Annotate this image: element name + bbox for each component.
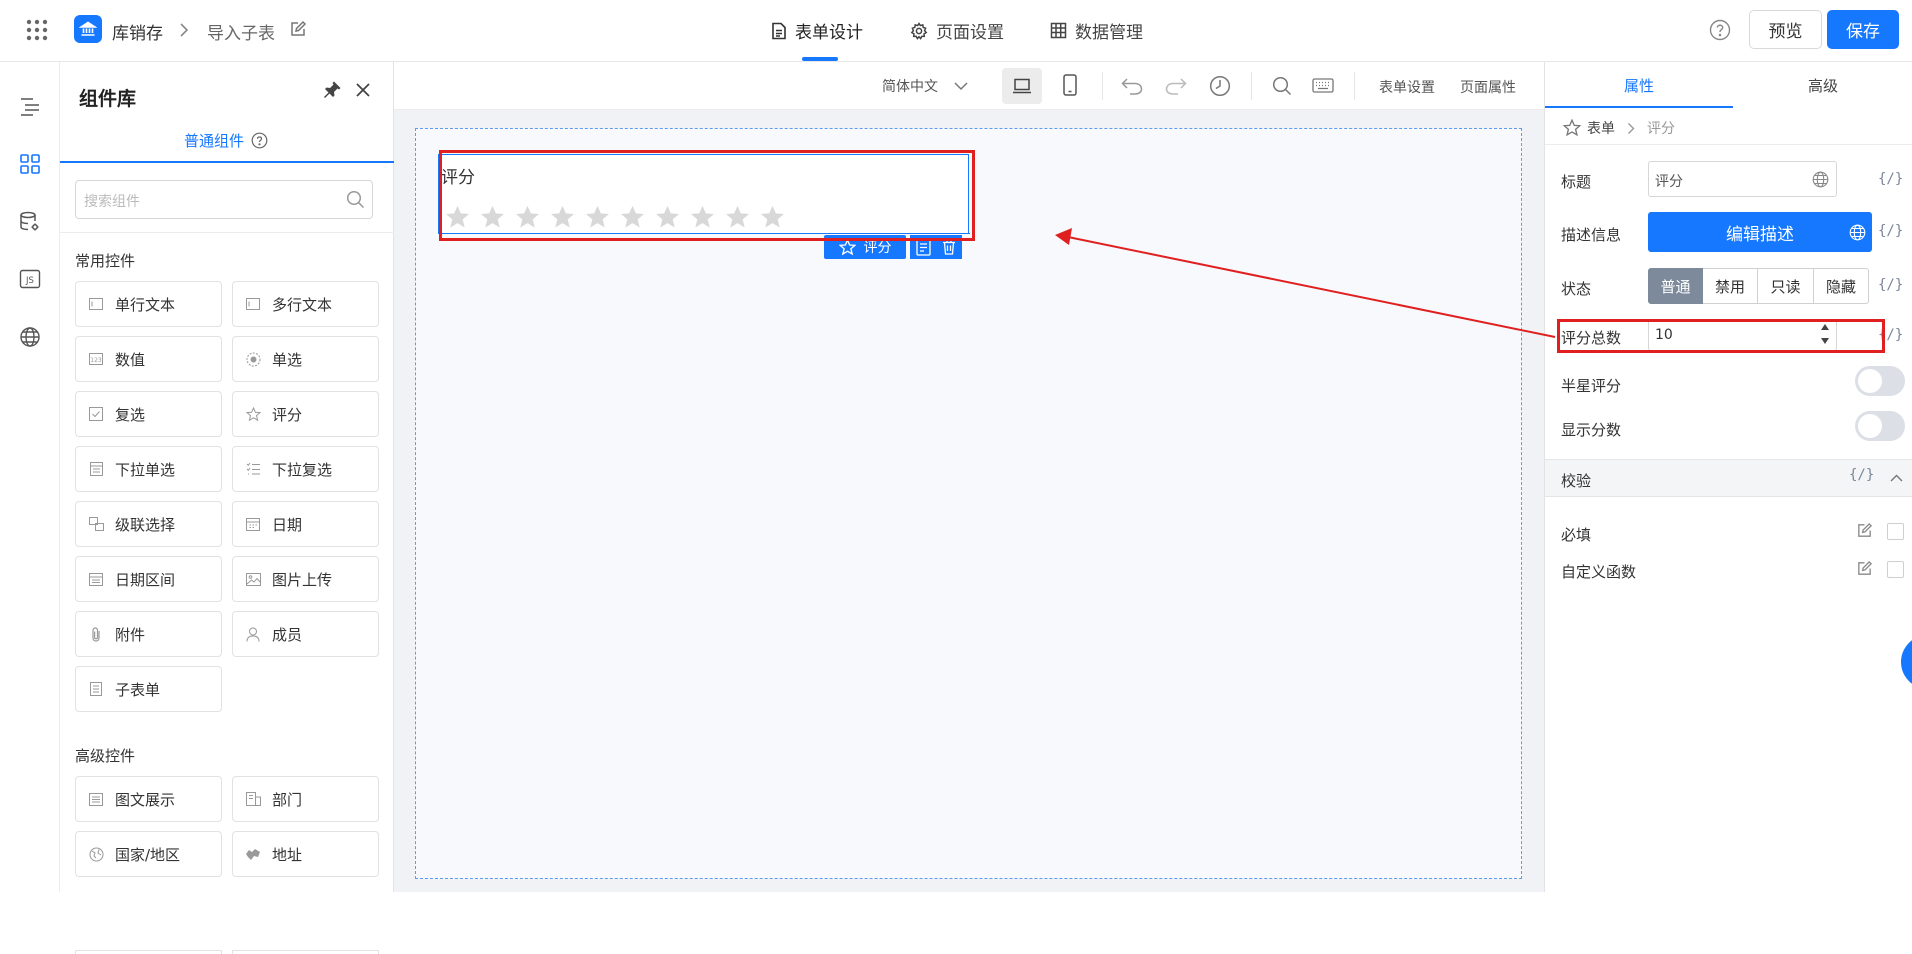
partial-component <box>75 950 222 954</box>
annotation-arrow <box>1055 228 1556 338</box>
partial-component <box>232 950 379 954</box>
